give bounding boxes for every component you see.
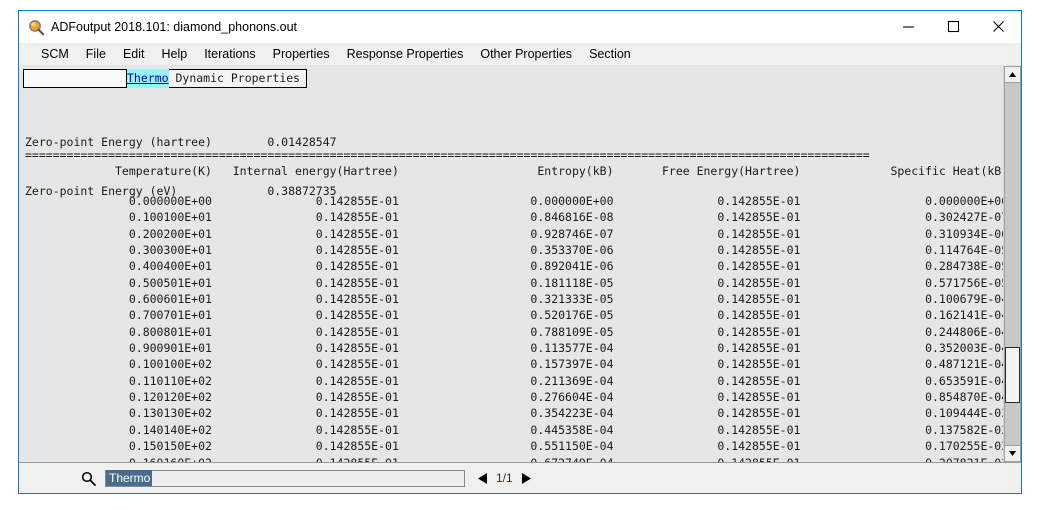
scroll-down-button[interactable]	[1004, 445, 1021, 462]
find-previous-button[interactable]	[475, 472, 491, 484]
separator-rule: ========================================…	[25, 148, 870, 162]
table-row: 0.120120E+02 0.142855E-01 0.276604E-04 0…	[25, 390, 1003, 405]
menu-item-help[interactable]: Help	[161, 43, 187, 65]
menu-item-file[interactable]: File	[86, 43, 106, 65]
table-row: 0.600601E+01 0.142855E-01 0.321333E-05 0…	[25, 292, 1003, 307]
menu-item-section[interactable]: Section	[589, 43, 631, 65]
menu-item-edit[interactable]: Edit	[123, 43, 145, 65]
table-row: 0.000000E+00 0.142855E-01 0.000000E+00 0…	[25, 194, 1003, 208]
section-title-rest: Dynamic Properties	[168, 71, 301, 86]
maximize-button[interactable]	[931, 11, 976, 42]
table-row: 0.700701E+01 0.142855E-01 0.520176E-05 0…	[25, 308, 1003, 323]
table-row: 0.150150E+02 0.142855E-01 0.551150E-04 0…	[25, 439, 1003, 454]
table-row: 0.140140E+02 0.142855E-01 0.445358E-04 0…	[25, 422, 1003, 437]
magnifier-icon	[25, 16, 47, 38]
table-header: Temperature(K) Internal energy(Hartree) …	[25, 164, 1003, 178]
minimize-button[interactable]	[886, 11, 931, 42]
table-row: 0.110110E+02 0.142855E-01 0.211369E-04 0…	[25, 373, 1003, 388]
section-header-row: Thermo Dynamic Properties	[23, 69, 308, 89]
menu-item-iterations[interactable]: Iterations	[204, 43, 255, 65]
window-title: ADFoutput 2018.101: diamond_phonons.out	[51, 20, 298, 34]
scrollbar-thumb[interactable]	[1005, 347, 1020, 404]
find-next-button[interactable]	[518, 472, 534, 484]
search-icon[interactable]	[77, 471, 99, 486]
menu-item-properties[interactable]: Properties	[273, 43, 330, 65]
section-entry-input[interactable]	[23, 69, 127, 88]
application-window: ADFoutput 2018.101: diamond_phonons.out …	[18, 10, 1022, 494]
find-bar: Thermo 1/1	[19, 462, 1021, 493]
title-bar: ADFoutput 2018.101: diamond_phonons.out	[19, 11, 1021, 43]
table-row: 0.100100E+01 0.142855E-01 0.846816E-08 0…	[25, 210, 1003, 225]
window-controls	[886, 11, 1021, 43]
table-row: 0.160160E+02 0.142855E-01 0.672749E-04 0…	[25, 455, 1003, 463]
table-row: 0.400400E+01 0.142855E-01 0.892041E-06 0…	[25, 259, 1003, 274]
table-row: 0.800801E+01 0.142855E-01 0.788109E-05 0…	[25, 324, 1003, 339]
section-title[interactable]: Thermo Dynamic Properties	[127, 69, 308, 88]
table-row: 0.300300E+01 0.142855E-01 0.353370E-06 0…	[25, 243, 1003, 258]
find-match-count: 1/1	[496, 471, 513, 485]
scrollbar-track[interactable]	[1004, 83, 1021, 445]
menu-item-other-properties[interactable]: Other Properties	[480, 43, 572, 65]
table-row: 0.200200E+01 0.142855E-01 0.928746E-07 0…	[25, 226, 1003, 241]
table-row: 0.900901E+01 0.142855E-01 0.113577E-04 0…	[25, 341, 1003, 356]
menu-bar: SCM File Edit Help Iterations Properties…	[19, 43, 1021, 65]
table-row: 0.500501E+01 0.142855E-01 0.181118E-05 0…	[25, 275, 1003, 290]
table-row: 0.100100E+02 0.142855E-01 0.157397E-04 0…	[25, 357, 1003, 372]
output-text-view[interactable]: Thermo Dynamic Properties Zero-point Ene…	[19, 66, 1003, 462]
close-button[interactable]	[976, 11, 1021, 42]
content-area: Thermo Dynamic Properties Zero-point Ene…	[19, 65, 1021, 462]
table-row: 0.130130E+02 0.142855E-01 0.354223E-04 0…	[25, 406, 1003, 421]
menu-item-response-properties[interactable]: Response Properties	[347, 43, 464, 65]
menu-item-scm[interactable]: SCM	[41, 43, 69, 65]
find-input[interactable]: Thermo	[105, 469, 465, 487]
table-body: 0.000000E+00 0.142855E-01 0.000000E+00 0…	[25, 193, 1003, 462]
vertical-scrollbar[interactable]	[1003, 66, 1021, 462]
search-match-highlight: Thermo	[127, 69, 169, 88]
find-input-value: Thermo	[106, 470, 153, 486]
find-navigation: 1/1	[475, 471, 534, 485]
scroll-up-button[interactable]	[1004, 66, 1021, 83]
